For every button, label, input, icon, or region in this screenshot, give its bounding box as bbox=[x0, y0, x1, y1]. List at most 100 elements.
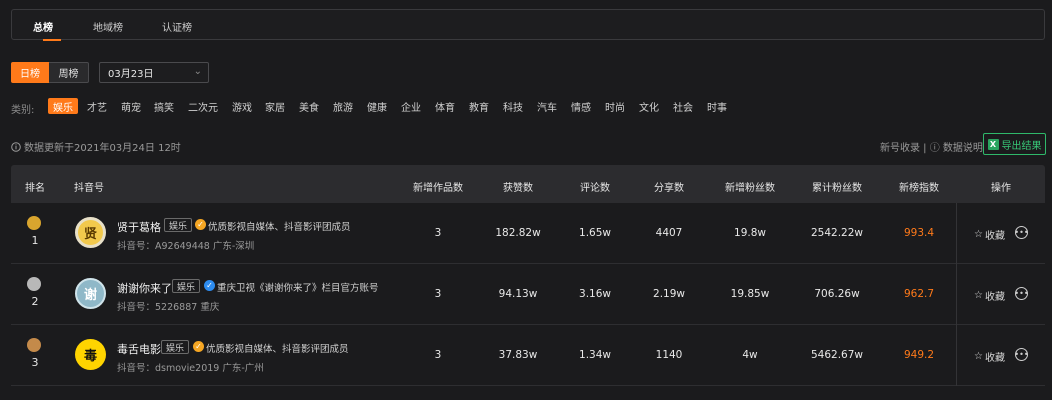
col-actions: 操作 bbox=[991, 183, 1011, 194]
daily-toggle-button[interactable]: 日榜 bbox=[11, 62, 49, 83]
category-item[interactable]: 家居 bbox=[265, 98, 285, 114]
account-id: 抖音号：A92649448 广东-深圳 bbox=[117, 241, 255, 252]
new-fans-value: 19.85w bbox=[730, 288, 770, 300]
category-item[interactable]: 游戏 bbox=[232, 98, 252, 114]
category-item[interactable]: 搞笑 bbox=[154, 98, 174, 114]
tab-total[interactable]: 总榜 bbox=[33, 19, 53, 34]
category-item[interactable]: 二次元 bbox=[188, 98, 218, 114]
verification-text: 优质影视自媒体、抖音影评团成员 bbox=[208, 222, 351, 233]
col-rank: 排名 bbox=[25, 183, 45, 194]
category-item[interactable]: 时事 bbox=[707, 98, 727, 114]
category-label: 类别: bbox=[11, 105, 35, 116]
account-name[interactable]: 谢谢你来了 bbox=[117, 280, 172, 296]
index-value: 949.2 bbox=[903, 349, 935, 361]
index-value: 993.4 bbox=[903, 227, 935, 239]
action-divider bbox=[956, 203, 957, 264]
category-item[interactable]: 科技 bbox=[503, 98, 523, 114]
new-works-value: 3 bbox=[434, 288, 442, 300]
category-item[interactable]: 美食 bbox=[299, 98, 319, 114]
likes-value: 37.83w bbox=[498, 349, 538, 361]
table-row: 1 贤 贤于葛格 娱乐 ✓ 优质影视自媒体、抖音影评团成员 抖音号：A92649… bbox=[11, 203, 1045, 264]
new-account-collect-link[interactable]: 新号收录 bbox=[880, 143, 920, 154]
category-tag: 娱乐 bbox=[161, 340, 190, 354]
category-item[interactable]: 娱乐 bbox=[48, 98, 78, 114]
avatar[interactable]: 贤 bbox=[75, 217, 106, 248]
update-time-text: 数据更新于2021年03月24日 12时 bbox=[24, 143, 181, 154]
total-fans-value: 5462.67w bbox=[810, 349, 864, 361]
verified-icon: ✓ bbox=[193, 341, 204, 352]
category-item[interactable]: 健康 bbox=[367, 98, 387, 114]
rank-number: 3 bbox=[31, 356, 39, 369]
category-item[interactable]: 时尚 bbox=[605, 98, 625, 114]
category-item[interactable]: 萌宠 bbox=[121, 98, 141, 114]
account-id: 抖音号：5226887 重庆 bbox=[117, 302, 220, 313]
comments-value: 1.34w bbox=[579, 349, 611, 361]
medal-icon bbox=[27, 338, 41, 352]
info-icon bbox=[11, 141, 21, 152]
verification-text: 重庆卫视《谢谢你来了》栏目官方账号 bbox=[217, 283, 379, 294]
favorite-button[interactable]: ☆ 收藏 bbox=[974, 227, 1005, 242]
ranking-tabs: 总榜 地域榜 认证榜 bbox=[11, 9, 1045, 41]
tab-verified[interactable]: 认证榜 bbox=[162, 19, 192, 34]
export-button[interactable]: X 导出结果 bbox=[983, 133, 1046, 155]
tab-region[interactable]: 地域榜 bbox=[93, 19, 123, 34]
category-tag: 娱乐 bbox=[164, 218, 193, 232]
category-item[interactable]: 社会 bbox=[673, 98, 693, 114]
col-shares[interactable]: 分享数 bbox=[654, 179, 684, 194]
favorite-label: 收藏 bbox=[984, 353, 1005, 364]
likes-value: 182.82w bbox=[495, 227, 541, 239]
export-label: 导出结果 bbox=[1001, 140, 1042, 152]
new-works-value: 3 bbox=[434, 349, 442, 361]
category-item[interactable]: 汽车 bbox=[537, 98, 557, 114]
category-item[interactable]: 文化 bbox=[639, 98, 659, 114]
col-new-works[interactable]: 新增作品数 bbox=[413, 179, 463, 194]
star-icon: ☆ bbox=[974, 351, 983, 362]
col-index[interactable]: 新榜指数 bbox=[899, 179, 939, 194]
link-separator: | bbox=[920, 143, 930, 154]
action-divider bbox=[956, 325, 957, 386]
category-item[interactable]: 旅游 bbox=[333, 98, 353, 114]
col-comments[interactable]: 评论数 bbox=[580, 179, 610, 194]
weekly-toggle-button[interactable]: 周榜 bbox=[49, 62, 89, 83]
action-divider bbox=[956, 264, 957, 325]
more-icon[interactable]: ••• bbox=[1014, 287, 1029, 300]
verified-icon: ✓ bbox=[195, 219, 206, 230]
avatar[interactable]: 谢 bbox=[75, 278, 106, 309]
category-item[interactable]: 体育 bbox=[435, 98, 455, 114]
favorite-label: 收藏 bbox=[984, 231, 1005, 242]
avatar[interactable]: 毒 bbox=[75, 339, 106, 370]
favorite-button[interactable]: ☆ 收藏 bbox=[974, 349, 1005, 364]
favorite-label: 收藏 bbox=[984, 292, 1005, 303]
new-fans-value: 19.8w bbox=[734, 227, 766, 239]
new-fans-value: 4w bbox=[742, 349, 758, 361]
category-item[interactable]: 教育 bbox=[469, 98, 489, 114]
table-row: 3 毒 毒舌电影 娱乐 ✓ 优质影视自媒体、抖音影评团成员 抖音号：dsmovi… bbox=[11, 325, 1045, 386]
more-icon[interactable]: ••• bbox=[1014, 226, 1029, 239]
medal-icon bbox=[27, 277, 41, 291]
total-fans-value: 706.26w bbox=[814, 288, 860, 300]
category-item[interactable]: 企业 bbox=[401, 98, 421, 114]
account-id: 抖音号：dsmovie2019 广东-广州 bbox=[117, 363, 264, 374]
data-explain-link[interactable]: 数据说明 bbox=[943, 143, 983, 154]
total-fans-value: 2542.22w bbox=[810, 227, 864, 239]
date-value: 03月23日 bbox=[108, 69, 154, 80]
account-name[interactable]: 贤于葛格 bbox=[117, 219, 161, 235]
rank-number: 1 bbox=[31, 234, 39, 247]
category-tag: 娱乐 bbox=[172, 279, 201, 293]
date-select[interactable]: 03月23日 ⌄ bbox=[99, 62, 209, 83]
category-item[interactable]: 情感 bbox=[571, 98, 591, 114]
chevron-down-icon: ⌄ bbox=[193, 66, 202, 77]
star-icon: ☆ bbox=[974, 290, 983, 301]
col-likes[interactable]: 获赞数 bbox=[503, 179, 533, 194]
verification-text: 优质影视自媒体、抖音影评团成员 bbox=[206, 344, 349, 355]
index-value: 962.7 bbox=[903, 288, 935, 300]
col-account: 抖音号 bbox=[74, 183, 104, 194]
account-name[interactable]: 毒舌电影 bbox=[117, 341, 161, 357]
category-item[interactable]: 才艺 bbox=[87, 98, 107, 114]
col-total-fans[interactable]: 累计粉丝数 bbox=[812, 179, 862, 194]
col-new-fans[interactable]: 新增粉丝数 bbox=[725, 179, 775, 194]
table-header: 排名 抖音号 新增作品数 获赞数 评论数 分享数 新增粉丝数 累计粉丝数 新榜指… bbox=[11, 165, 1045, 203]
more-icon[interactable]: ••• bbox=[1014, 348, 1029, 361]
excel-icon: X bbox=[987, 138, 999, 150]
favorite-button[interactable]: ☆ 收藏 bbox=[974, 288, 1005, 303]
